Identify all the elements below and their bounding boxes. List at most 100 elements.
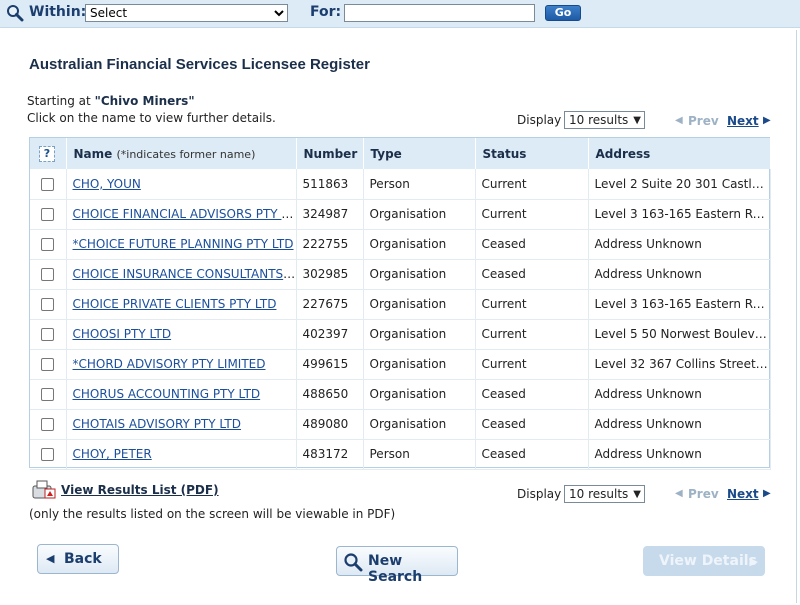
back-button[interactable]: ◀ Back bbox=[37, 544, 119, 574]
prev-link-bottom[interactable]: Prev bbox=[688, 487, 719, 501]
name-cell: CHOY, PETER bbox=[66, 439, 297, 470]
display-select-top[interactable]: 10 results ▼ bbox=[564, 111, 645, 129]
table-row: CHOTAIS ADVISORY PTY LTD 489080 Organisa… bbox=[30, 409, 771, 440]
type-cell: Organisation bbox=[363, 409, 476, 440]
status-cell: Ceased bbox=[475, 379, 589, 410]
help-header: ? bbox=[30, 138, 67, 169]
view-results-pdf-link[interactable]: View Results List (PDF) bbox=[61, 483, 219, 497]
instruction-text: Click on the name to view further detail… bbox=[27, 111, 276, 125]
prev-arrow-icon: ◀ bbox=[675, 488, 683, 499]
page-title: Australian Financial Services Licensee R… bbox=[29, 56, 370, 73]
row-checkbox[interactable] bbox=[41, 208, 54, 221]
address-cell: Address Unknown bbox=[588, 379, 771, 410]
table-row: CHOICE PRIVATE CLIENTS PTY LTD 227675 Or… bbox=[30, 289, 771, 320]
number-cell: 488650 bbox=[296, 379, 364, 410]
starting-value: "Chivo Miners" bbox=[94, 94, 195, 108]
type-cell: Organisation bbox=[363, 349, 476, 380]
number-cell: 302985 bbox=[296, 259, 364, 290]
display-select-bottom[interactable]: 10 results ▼ bbox=[564, 485, 645, 503]
table-row: *CHORD ADVISORY PTY LIMITED 499615 Organ… bbox=[30, 349, 771, 380]
table-header-row: ? Name (*indicates former name) Number T… bbox=[30, 138, 771, 169]
row-select-cell bbox=[30, 229, 67, 260]
licensee-name-link[interactable]: CHOOSI PTY LTD bbox=[73, 327, 172, 341]
number-cell: 511863 bbox=[296, 169, 364, 200]
type-cell: Organisation bbox=[363, 199, 476, 230]
type-cell: Person bbox=[363, 169, 476, 200]
address-cell: Address Unknown bbox=[588, 229, 771, 260]
licensee-name-link[interactable]: CHOICE PRIVATE CLIENTS PTY LTD bbox=[73, 297, 277, 311]
type-cell: Organisation bbox=[363, 319, 476, 350]
results-table: ? Name (*indicates former name) Number T… bbox=[29, 137, 771, 470]
address-cell: Level 2 Suite 20 301 Castle... bbox=[588, 169, 771, 200]
row-checkbox[interactable] bbox=[41, 358, 54, 371]
search-icon bbox=[7, 5, 24, 22]
name-cell: CHOICE PRIVATE CLIENTS PTY LTD bbox=[66, 289, 297, 320]
address-cell: Address Unknown bbox=[588, 409, 771, 440]
row-checkbox[interactable] bbox=[41, 418, 54, 431]
within-select[interactable]: Select bbox=[85, 4, 288, 22]
status-cell: Current bbox=[475, 169, 589, 200]
row-checkbox[interactable] bbox=[41, 448, 54, 461]
row-checkbox[interactable] bbox=[41, 238, 54, 251]
address-cell: Level 5 50 Norwest Bouleva... bbox=[588, 319, 771, 350]
licensee-name-link[interactable]: CHOICE FINANCIAL ADVISORS PTY L... bbox=[73, 207, 296, 221]
status-cell: Ceased bbox=[475, 409, 589, 440]
row-checkbox[interactable] bbox=[41, 298, 54, 311]
status-cell: Ceased bbox=[475, 229, 589, 260]
licensee-name-link[interactable]: CHOTAIS ADVISORY PTY LTD bbox=[73, 417, 242, 431]
for-input[interactable] bbox=[344, 4, 535, 22]
name-cell: CHOICE INSURANCE CONSULTANTS P... bbox=[66, 259, 297, 290]
row-checkbox[interactable] bbox=[41, 328, 54, 341]
prev-link-top[interactable]: Prev bbox=[688, 114, 719, 128]
licensee-name-link[interactable]: *CHOICE FUTURE PLANNING PTY LTD bbox=[73, 237, 294, 251]
licensee-name-link[interactable]: CHORUS ACCOUNTING PTY LTD bbox=[73, 387, 261, 401]
next-link-bottom[interactable]: Next bbox=[727, 487, 759, 501]
number-cell: 499615 bbox=[296, 349, 364, 380]
type-header: Type bbox=[363, 138, 476, 169]
address-cell: Address Unknown bbox=[588, 439, 771, 470]
number-cell: 222755 bbox=[296, 229, 364, 260]
next-link-top[interactable]: Next bbox=[727, 114, 759, 128]
next-arrow-icon: ▶ bbox=[763, 488, 771, 499]
licensee-name-link[interactable]: CHOICE INSURANCE CONSULTANTS P... bbox=[73, 267, 296, 281]
licensee-name-link[interactable]: CHO, YOUN bbox=[73, 177, 141, 191]
go-button[interactable]: Go bbox=[545, 5, 581, 21]
type-cell: Organisation bbox=[363, 259, 476, 290]
row-checkbox[interactable] bbox=[41, 177, 54, 191]
prev-arrow-icon: ◀ bbox=[675, 115, 683, 126]
number-cell: 402397 bbox=[296, 319, 364, 350]
back-arrow-icon: ◀ bbox=[46, 552, 55, 565]
view-details-button[interactable]: View Details ▶ bbox=[643, 546, 765, 576]
number-cell: 324987 bbox=[296, 199, 364, 230]
display-value-bottom: 10 results bbox=[569, 487, 629, 501]
status-cell: Current bbox=[475, 199, 589, 230]
type-cell: Organisation bbox=[363, 379, 476, 410]
table-row: CHORUS ACCOUNTING PTY LTD 488650 Organis… bbox=[30, 379, 771, 410]
new-search-button[interactable]: New Search bbox=[336, 546, 458, 585]
name-cell: CHOICE FINANCIAL ADVISORS PTY L... bbox=[66, 199, 297, 230]
address-cell: Address Unknown bbox=[588, 259, 771, 290]
row-select-cell bbox=[30, 289, 67, 320]
chevron-down-icon: ▼ bbox=[633, 489, 641, 500]
number-cell: 483172 bbox=[296, 439, 364, 470]
row-checkbox[interactable] bbox=[41, 388, 54, 401]
status-cell: Current bbox=[475, 319, 589, 350]
display-label-bottom: Display bbox=[517, 487, 562, 501]
help-icon[interactable]: ? bbox=[39, 145, 55, 162]
starting-prefix: Starting at bbox=[27, 94, 95, 108]
row-select-cell bbox=[30, 169, 67, 200]
name-cell: CHOTAIS ADVISORY PTY LTD bbox=[66, 409, 297, 440]
row-checkbox[interactable] bbox=[41, 268, 54, 281]
number-cell: 489080 bbox=[296, 409, 364, 440]
table-row: CHOICE FINANCIAL ADVISORS PTY L... 32498… bbox=[30, 199, 771, 230]
search-bar: Within: Select For: Go bbox=[0, 0, 800, 28]
address-cell: Level 32 367 Collins Street ... bbox=[588, 349, 771, 380]
display-value-top: 10 results bbox=[569, 113, 629, 127]
display-label-top: Display bbox=[517, 113, 562, 127]
status-cell: Ceased bbox=[475, 439, 589, 470]
search-icon bbox=[344, 553, 363, 572]
licensee-name-link[interactable]: *CHORD ADVISORY PTY LIMITED bbox=[73, 357, 266, 371]
licensee-name-link[interactable]: CHOY, PETER bbox=[73, 447, 152, 461]
name-cell: *CHORD ADVISORY PTY LIMITED bbox=[66, 349, 297, 380]
row-select-cell bbox=[30, 439, 67, 470]
